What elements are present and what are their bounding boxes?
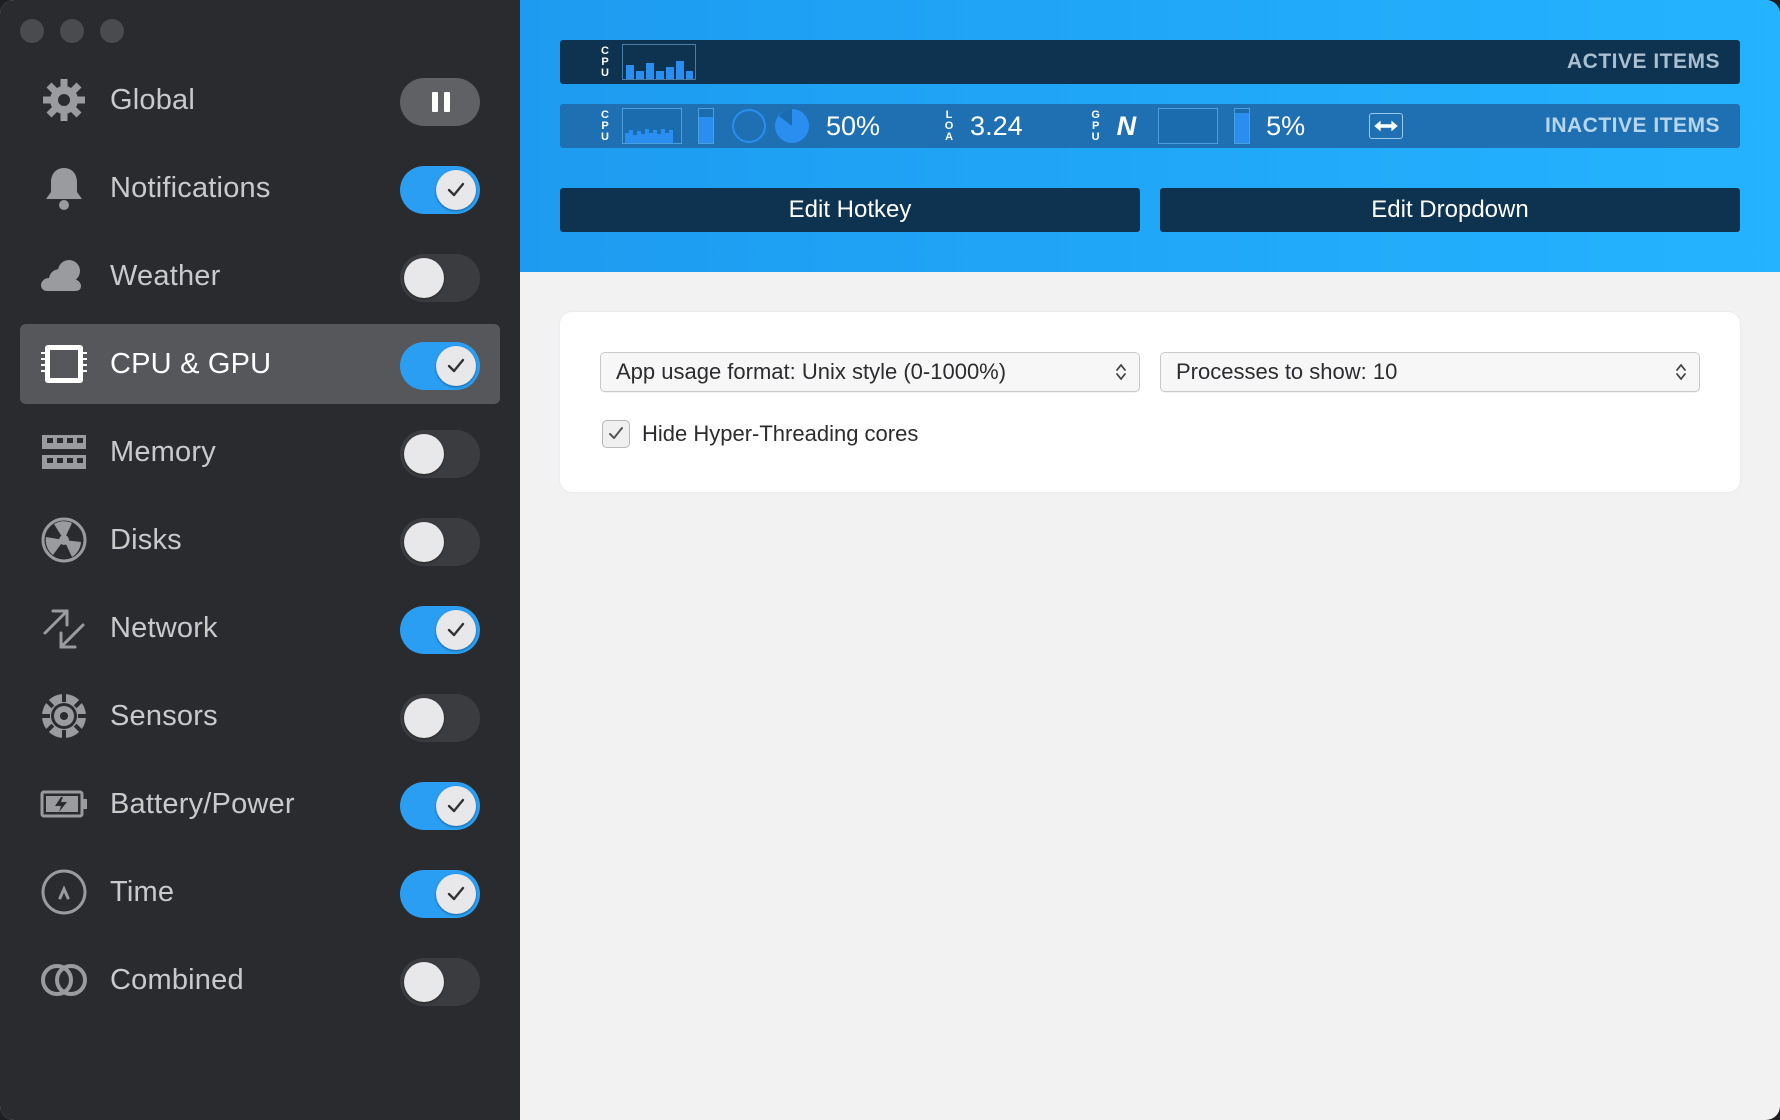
cpu-percent-text[interactable]: 50% — [826, 111, 880, 142]
checkmark-icon — [436, 874, 476, 914]
combined-toggle[interactable] — [400, 958, 480, 1006]
processes-to-show-select[interactable]: Processes to show: 10 — [1160, 352, 1700, 392]
sidebar-item-label: Sensors — [110, 699, 218, 732]
pause-toggle[interactable] — [400, 78, 480, 126]
gpu-vertical-label: GPU — [1091, 108, 1100, 143]
menubar-preview-header: CPU ACTIVE ITEMS CPU 50% LOA 3.24 G P U … — [520, 0, 1780, 272]
sidebar-item-sensors[interactable]: Sensors — [20, 676, 500, 756]
gpu-bar-item[interactable] — [1234, 108, 1251, 144]
app-window: Global Notifications Weather CPU & GPU M… — [0, 0, 1780, 1120]
edit-dropdown-button[interactable]: Edit Dropdown — [1160, 188, 1740, 232]
memory-toggle[interactable] — [400, 430, 480, 478]
inactive-items-bar[interactable]: CPU 50% LOA 3.24 GPU N 5% INACTIVE ITEMS — [560, 104, 1740, 148]
sidebar-item-disks[interactable]: Disks — [20, 500, 500, 580]
sidebar-item-label: Time — [110, 875, 175, 908]
load-vertical-label: LOA — [944, 108, 954, 143]
checkmark-icon — [436, 346, 476, 386]
sidebar-item-label: CPU & GPU — [110, 347, 272, 380]
cpu-pie-item[interactable] — [774, 108, 810, 144]
gear-icon — [38, 74, 90, 126]
inactive-items-label: INACTIVE ITEMS — [1544, 114, 1720, 137]
disks-toggle[interactable] — [400, 518, 480, 566]
sidebar-item-label: Combined — [110, 963, 244, 996]
combined-rings-icon — [38, 954, 90, 1006]
sidebar-item-combined[interactable]: Combined — [20, 940, 500, 1020]
sensors-toggle[interactable] — [400, 694, 480, 742]
window-controls — [20, 19, 124, 43]
gpu-vendor-icon[interactable]: N — [1117, 111, 1137, 142]
notifications-toggle[interactable] — [400, 166, 480, 214]
load-average-text[interactable]: 3.24 — [970, 111, 1023, 142]
minimize-window-button[interactable] — [60, 19, 84, 43]
checkmark-icon — [436, 170, 476, 210]
sidebar: Global Notifications Weather CPU & GPU M… — [0, 0, 520, 1120]
weather-toggle[interactable] — [400, 254, 480, 302]
time-toggle[interactable] — [400, 870, 480, 918]
bell-icon — [38, 162, 90, 214]
cpu-gpu-toggle[interactable] — [400, 342, 480, 390]
sidebar-item-label: Network — [110, 611, 218, 644]
network-toggle[interactable] — [400, 606, 480, 654]
sidebar-item-global[interactable]: Global — [20, 60, 500, 140]
battery-icon — [38, 778, 90, 830]
sidebar-item-label: Battery/Power — [110, 787, 295, 820]
sidebar-item-label: Global — [110, 83, 196, 116]
clock-icon — [38, 866, 90, 918]
cpu-vertical-label: CPU — [601, 108, 609, 143]
sidebar-item-label: Notifications — [110, 171, 271, 204]
sidebar-item-battery-power[interactable]: Battery/Power — [20, 764, 500, 844]
select-value: App usage format: Unix style (0-1000%) — [616, 359, 1007, 384]
close-window-button[interactable] — [20, 19, 44, 43]
select-value: Processes to show: 10 — [1176, 359, 1398, 384]
updown-chevron-icon — [1676, 364, 1686, 380]
checkmark-icon — [609, 427, 623, 439]
active-items-label: ACTIVE ITEMS — [1566, 50, 1720, 73]
cpu-history-graph-item[interactable] — [622, 44, 696, 80]
sidebar-item-weather[interactable]: Weather — [20, 236, 500, 316]
edit-hotkey-button[interactable]: Edit Hotkey — [560, 188, 1140, 232]
sidebar-nav: Global Notifications Weather CPU & GPU M… — [20, 60, 500, 1028]
disk-icon — [38, 514, 90, 566]
cpu-graph-item[interactable] — [622, 108, 682, 144]
app-usage-format-select[interactable]: App usage format: Unix style (0-1000%) — [600, 352, 1140, 392]
sidebar-item-label: Disks — [110, 523, 182, 556]
expand-arrows-icon[interactable] — [1369, 113, 1404, 139]
cpu-vertical-label: CPU — [601, 44, 609, 79]
sidebar-item-notifications[interactable]: Notifications — [20, 148, 500, 228]
zoom-window-button[interactable] — [100, 19, 124, 43]
active-items-bar[interactable]: CPU ACTIVE ITEMS — [560, 40, 1740, 84]
cpu-ring-item[interactable] — [732, 109, 766, 143]
hide-hyperthreading-checkbox[interactable] — [602, 420, 630, 448]
sidebar-item-label: Memory — [110, 435, 216, 468]
sidebar-item-cpu-gpu[interactable]: CPU & GPU — [20, 324, 500, 404]
gpu-graph-item[interactable] — [1158, 108, 1219, 144]
sidebar-item-time[interactable]: Time — [20, 852, 500, 932]
memory-icon — [38, 426, 90, 478]
sidebar-item-memory[interactable]: Memory — [20, 412, 500, 492]
cpu-settings-card: App usage format: Unix style (0-1000%) P… — [560, 312, 1740, 492]
cloud-icon — [38, 250, 90, 302]
gpu-percent-text[interactable]: 5% — [1266, 111, 1305, 142]
fan-icon — [38, 690, 90, 742]
network-arrows-icon — [38, 602, 90, 654]
hide-hyperthreading-label: Hide Hyper-Threading cores — [642, 421, 919, 446]
cpu-icon — [38, 338, 90, 390]
checkmark-icon — [436, 786, 476, 826]
checkmark-icon — [436, 610, 476, 650]
updown-chevron-icon — [1116, 364, 1126, 380]
hide-hyperthreading-row[interactable]: Hide Hyper-Threading cores — [602, 420, 918, 448]
sidebar-item-network[interactable]: Network — [20, 588, 500, 668]
cpu-bar-item[interactable] — [698, 108, 714, 144]
sidebar-item-label: Weather — [110, 259, 221, 292]
battery-power-toggle[interactable] — [400, 782, 480, 830]
pause-icon — [432, 92, 450, 112]
